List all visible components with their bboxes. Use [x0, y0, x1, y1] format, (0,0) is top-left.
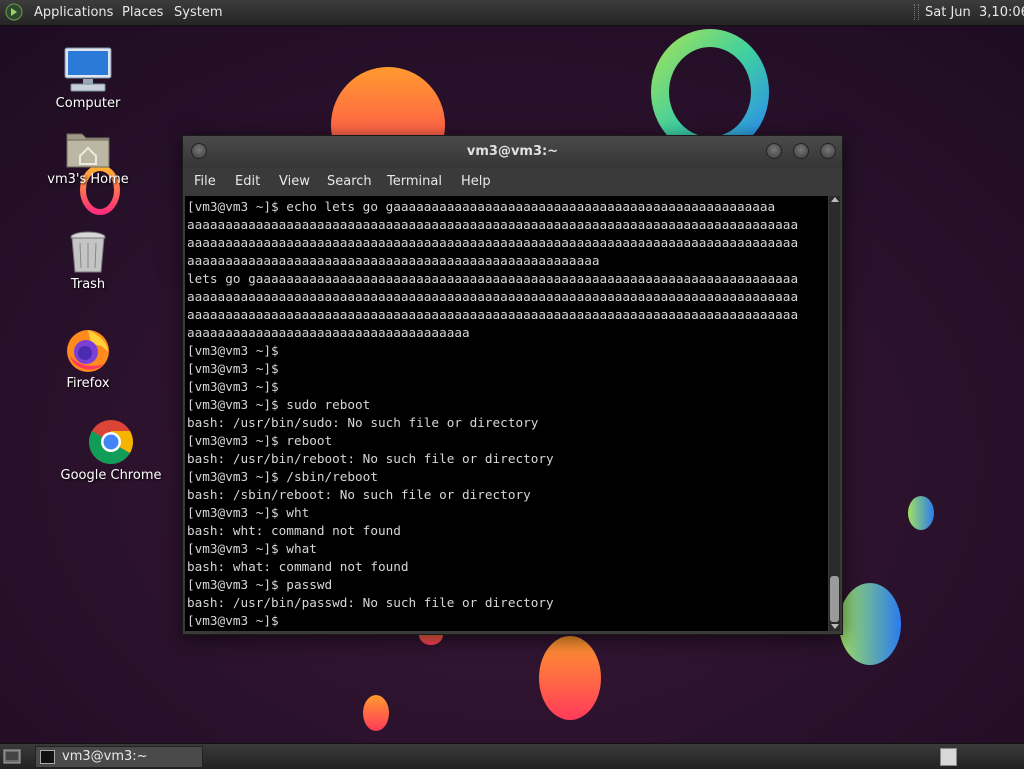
- terminal-line: [vm3@vm3 ~]$ /sbin/reboot: [187, 469, 378, 484]
- computer-icon: [64, 47, 112, 92]
- menu-search[interactable]: Search: [327, 170, 372, 194]
- terminal-line: aaaaaaaaaaaaaaaaaaaaaaaaaaaaaaaaaaaaaaaa…: [187, 253, 600, 268]
- menu-terminal[interactable]: Terminal: [387, 170, 442, 194]
- terminal-line: [vm3@vm3 ~]$ passwd: [187, 577, 333, 592]
- menu-edit[interactable]: Edit: [235, 170, 260, 194]
- terminal-line: [vm3@vm3 ~]$: [187, 343, 279, 358]
- terminal-line: [vm3@vm3 ~]$: [187, 613, 279, 628]
- panel-separator: [914, 4, 919, 20]
- terminal-line: [vm3@vm3 ~]$ wht: [187, 505, 310, 520]
- menu-file[interactable]: File: [194, 170, 216, 194]
- terminal-line: [vm3@vm3 ~]$ reboot: [187, 433, 333, 448]
- desktop-icon-computer[interactable]: Computer: [48, 46, 128, 111]
- terminal-line: bash: /usr/bin/reboot: No such file or d…: [187, 451, 554, 466]
- terminal-line: aaaaaaaaaaaaaaaaaaaaaaaaaaaaaaaaaaaaa: [187, 325, 470, 340]
- terminal-line: [vm3@vm3 ~]$ echo lets go gaaaaaaaaaaaaa…: [187, 199, 776, 214]
- window-title: vm3@vm3:~: [466, 144, 559, 159]
- terminal-text: [vm3@vm3 ~]$ echo lets go gaaaaaaaaaaaaa…: [185, 196, 828, 630]
- show-desktop-icon[interactable]: [3, 749, 21, 764]
- terminal-line: bash: /usr/bin/sudo: No such file or dir…: [187, 415, 539, 430]
- bottom-panel: vm3@vm3:~: [0, 743, 1024, 769]
- taskbar-item-label: vm3@vm3:~: [62, 749, 148, 764]
- terminal-line: aaaaaaaaaaaaaaaaaaaaaaaaaaaaaaaaaaaaaaaa…: [187, 235, 799, 250]
- terminal-line: aaaaaaaaaaaaaaaaaaaaaaaaaaaaaaaaaaaaaaaa…: [187, 307, 799, 322]
- distro-logo-icon[interactable]: [5, 3, 23, 21]
- terminal-icon: [40, 750, 55, 764]
- scrollbar-thumb[interactable]: [830, 576, 839, 622]
- desktop-icon-chrome[interactable]: Google Chrome: [56, 418, 166, 483]
- terminal-line: [vm3@vm3 ~]$ sudo reboot: [187, 397, 371, 412]
- clock[interactable]: Sat Jun 3,10:06: [925, 0, 1024, 25]
- terminal-window[interactable]: vm3@vm3:~ File Edit View Search Terminal…: [182, 135, 843, 635]
- terminal-line: aaaaaaaaaaaaaaaaaaaaaaaaaaaaaaaaaaaaaaaa…: [187, 289, 799, 304]
- scroll-down-icon[interactable]: [831, 624, 839, 629]
- desktop-icon-label: Trash: [70, 277, 106, 292]
- menu-applications[interactable]: Applications: [34, 0, 113, 25]
- close-button[interactable]: [820, 143, 836, 159]
- chrome-icon: [89, 420, 133, 464]
- desktop-icon-label: Firefox: [66, 376, 110, 391]
- maximize-button[interactable]: [793, 143, 809, 159]
- home-folder-icon: [66, 133, 110, 168]
- desktop-icon-label: Computer: [55, 96, 121, 111]
- desktop-icon-trash[interactable]: Trash: [48, 229, 128, 292]
- firefox-icon: [67, 330, 109, 372]
- window-titlebar[interactable]: vm3@vm3:~: [183, 136, 842, 168]
- terminal-line: bash: what: command not found: [187, 559, 409, 574]
- desktop-icon-firefox[interactable]: Firefox: [48, 326, 128, 391]
- terminal-line: [vm3@vm3 ~]$ what: [187, 541, 317, 556]
- menu-view[interactable]: View: [279, 170, 310, 194]
- minimize-button[interactable]: [766, 143, 782, 159]
- desktop-icon-label: vm3's Home: [47, 172, 129, 187]
- terminal-menubar: File Edit View Search Terminal Help: [183, 170, 842, 194]
- menu-help[interactable]: Help: [461, 170, 491, 194]
- desktop-icon-home[interactable]: vm3's Home: [38, 128, 138, 187]
- terminal-line: [vm3@vm3 ~]$: [187, 361, 279, 376]
- terminal-scrollbar[interactable]: [829, 196, 840, 631]
- terminal-line: bash: /usr/bin/passwd: No such file or d…: [187, 595, 554, 610]
- terminal-line: aaaaaaaaaaaaaaaaaaaaaaaaaaaaaaaaaaaaaaaa…: [187, 217, 799, 232]
- trash-icon: [70, 231, 106, 273]
- terminal-line: bash: /sbin/reboot: No such file or dire…: [187, 487, 531, 502]
- desktop-icon-label: Google Chrome: [60, 468, 162, 483]
- menu-places[interactable]: Places: [122, 0, 163, 25]
- terminal-output[interactable]: [vm3@vm3 ~]$ echo lets go gaaaaaaaaaaaaa…: [185, 196, 828, 631]
- terminal-line: [vm3@vm3 ~]$: [187, 379, 279, 394]
- scroll-up-icon[interactable]: [831, 197, 839, 202]
- terminal-line: bash: wht: command not found: [187, 523, 401, 538]
- top-panel: Applications Places System Sat Jun 3,10:…: [0, 0, 1024, 26]
- menu-system[interactable]: System: [174, 0, 222, 25]
- terminal-line: lets go gaaaaaaaaaaaaaaaaaaaaaaaaaaaaaaa…: [187, 271, 799, 286]
- taskbar-item-terminal[interactable]: vm3@vm3:~: [35, 746, 203, 768]
- workspace-switcher[interactable]: [940, 748, 957, 766]
